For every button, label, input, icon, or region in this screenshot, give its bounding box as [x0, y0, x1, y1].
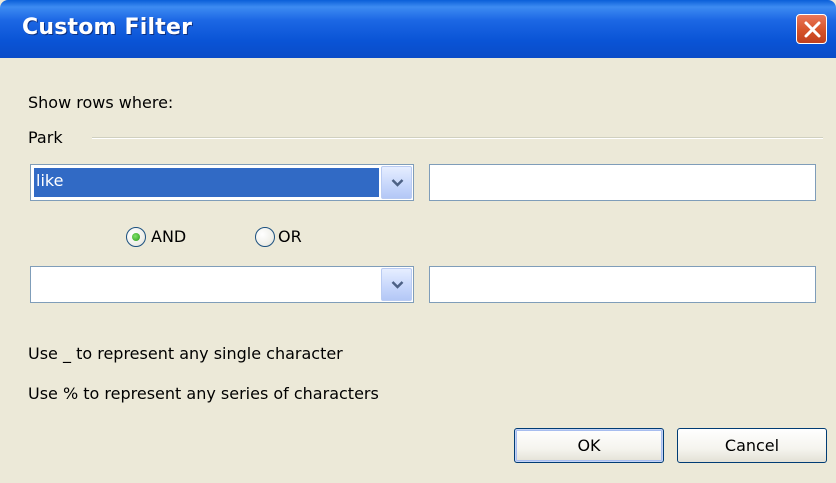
window-title: Custom Filter	[22, 15, 193, 40]
close-button[interactable]	[796, 14, 827, 44]
operator-select-1-dropdown-button[interactable]	[381, 166, 412, 199]
custom-filter-dialog: Custom Filter Show rows where: Park like…	[0, 0, 836, 483]
hint-underscore: Use _ to represent any single character	[28, 344, 343, 363]
operator-select-2[interactable]	[30, 266, 414, 303]
and-radio[interactable]	[126, 227, 146, 247]
value-input-1[interactable]	[429, 164, 816, 201]
and-radio-selected-dot	[132, 233, 140, 241]
title-bar[interactable]: Custom Filter	[0, 0, 836, 58]
operator-select-1[interactable]: like	[30, 164, 414, 201]
or-radio[interactable]	[255, 227, 275, 247]
intro-label: Show rows where:	[28, 93, 174, 112]
value-input-2[interactable]	[429, 266, 816, 303]
group-label: Park	[28, 128, 63, 147]
and-radio-label[interactable]: AND	[151, 227, 186, 246]
hint-percent: Use % to represent any series of charact…	[28, 384, 379, 403]
operator-select-2-value	[34, 270, 379, 299]
operator-select-2-dropdown-button[interactable]	[381, 268, 412, 301]
ok-button[interactable]: OK	[514, 428, 664, 463]
close-icon	[804, 21, 821, 38]
cancel-button[interactable]: Cancel	[677, 428, 827, 463]
chevron-down-icon	[391, 179, 404, 187]
operator-select-1-value: like	[34, 168, 379, 197]
or-radio-label[interactable]: OR	[278, 227, 302, 246]
group-divider	[92, 137, 823, 139]
chevron-down-icon	[391, 281, 404, 289]
